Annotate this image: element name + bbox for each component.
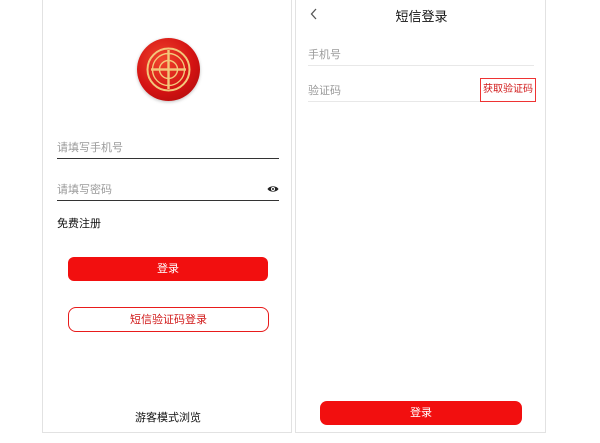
code-placeholder: 验证码 xyxy=(308,84,341,97)
page-title: 短信登录 xyxy=(395,10,448,25)
password-field[interactable]: 请填写密码 xyxy=(57,179,279,201)
guest-mode-link[interactable]: 游客模式浏览 xyxy=(43,409,293,425)
sms-phone-field[interactable]: 手机号 xyxy=(308,44,534,66)
login-button[interactable]: 登录 xyxy=(68,257,268,281)
register-link[interactable]: 免费注册 xyxy=(57,215,101,231)
union-emblem-logo xyxy=(137,38,200,101)
sms-phone-placeholder: 手机号 xyxy=(308,48,341,61)
phone-placeholder: 请填写手机号 xyxy=(57,141,123,154)
password-login-screen: 请填写手机号 请填写密码 免费注册 登录 短信验证码登录 游客模式浏览 xyxy=(42,0,292,433)
sms-login-submit-button[interactable]: 登录 xyxy=(320,401,522,425)
phone-number-field[interactable]: 请填写手机号 xyxy=(57,137,279,159)
sms-login-button[interactable]: 短信验证码登录 xyxy=(68,307,269,332)
password-placeholder: 请填写密码 xyxy=(57,183,112,196)
sms-login-screen: 短信登录 手机号 验证码 获取验证码 登录 xyxy=(295,0,546,433)
get-code-button[interactable]: 获取验证码 xyxy=(480,78,536,102)
eye-icon[interactable] xyxy=(267,183,279,195)
